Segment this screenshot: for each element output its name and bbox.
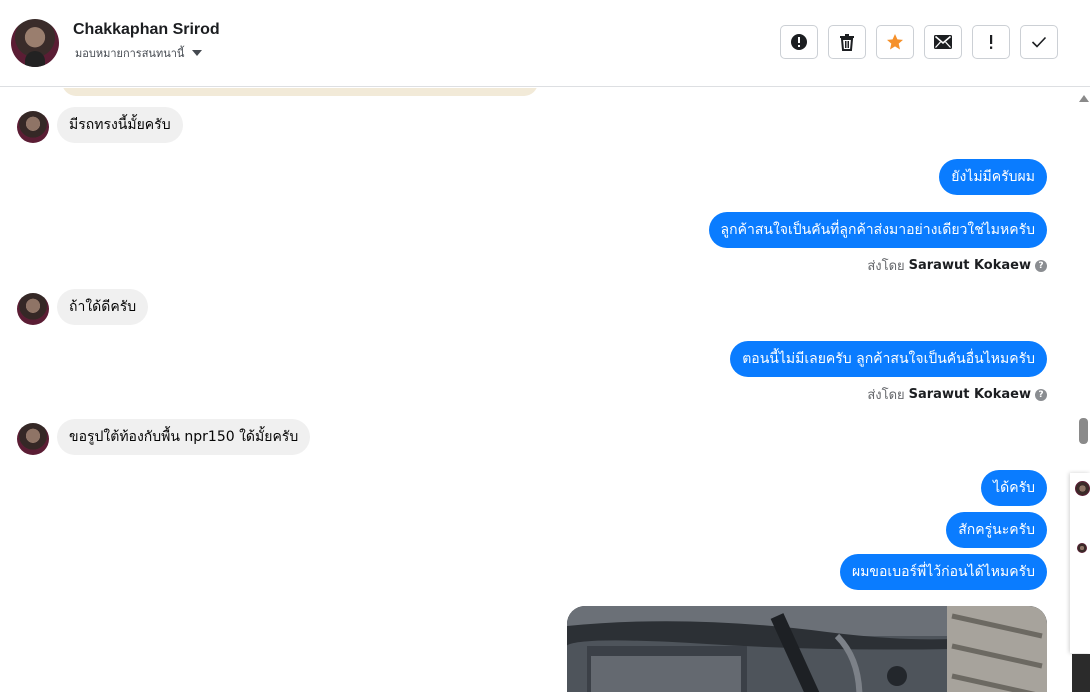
- mark-unread-button[interactable]: [924, 25, 962, 59]
- incoming-message[interactable]: ขอรูปใต้ท้องกับพื้น npr150 ใด้มั้ยครับ: [57, 419, 311, 455]
- incoming-message[interactable]: มีรถทรงนี้มั้ยครับ: [57, 107, 183, 143]
- sent-by-prefix: ส่งโดย: [867, 259, 905, 274]
- side-panel-footer: [1072, 654, 1090, 692]
- sent-by-label: ส่งโดย Sarawut Kokaew ?: [867, 384, 1047, 405]
- mark-spam-button[interactable]: [780, 25, 818, 59]
- avatar[interactable]: [1075, 481, 1090, 496]
- avatar: [17, 111, 49, 143]
- mark-done-button[interactable]: [1020, 25, 1058, 59]
- check-icon: [1031, 36, 1047, 48]
- photo-attachment[interactable]: [567, 606, 1047, 692]
- alert-circle-icon: [791, 34, 807, 50]
- scrollbar-thumb[interactable]: [1079, 418, 1088, 444]
- avatar: [17, 293, 49, 325]
- conversation-header: Chakkaphan Srirod มอบหมายการสนทนานี้: [0, 0, 1090, 87]
- delete-button[interactable]: [828, 25, 866, 59]
- outgoing-message[interactable]: ได้ครับ: [981, 470, 1047, 506]
- incoming-message[interactable]: ถ้าใด้ดีครับ: [57, 289, 149, 325]
- contact-avatar[interactable]: [11, 19, 59, 67]
- outgoing-message[interactable]: ตอนนี้ไม่มีเลยครับ ลูกค้าสนใจเป็นคันอื่น…: [730, 341, 1047, 377]
- chevron-down-icon: [192, 50, 203, 56]
- avatar: [17, 423, 49, 455]
- outgoing-message[interactable]: ยังไม่มีครับผม: [939, 159, 1047, 195]
- sent-by-label: ส่งโดย Sarawut Kokaew ?: [867, 255, 1047, 276]
- avatar[interactable]: [1077, 543, 1087, 553]
- sent-by-agent[interactable]: Sarawut Kokaew: [909, 258, 1031, 273]
- star-button[interactable]: [876, 25, 914, 59]
- previous-attachment[interactable]: [62, 88, 538, 96]
- side-panel: [1070, 473, 1090, 653]
- photo-image: [567, 606, 1047, 692]
- star-icon: [887, 34, 903, 50]
- question-icon[interactable]: ?: [1035, 388, 1047, 401]
- trash-icon: [840, 34, 854, 51]
- sent-by-agent[interactable]: Sarawut Kokaew: [909, 387, 1031, 402]
- envelope-icon: [934, 35, 952, 49]
- assign-conversation-dropdown[interactable]: มอบหมายการสนทนานี้: [75, 44, 203, 62]
- sent-by-prefix: ส่งโดย: [867, 388, 905, 403]
- outgoing-message[interactable]: ผมขอเบอร์พี่ไว้ก่อนได้ไหมครับ: [840, 554, 1047, 590]
- outgoing-message[interactable]: ลูกค้าสนใจเป็นคันที่ลูกค้าส่งมาอย่างเดีย…: [708, 212, 1047, 248]
- exclamation-icon: [990, 35, 993, 49]
- outgoing-message[interactable]: สักครู่นะครับ: [946, 512, 1047, 548]
- question-icon[interactable]: ?: [1035, 259, 1047, 272]
- assign-label: มอบหมายการสนทนานี้: [75, 47, 185, 60]
- contact-name[interactable]: Chakkaphan Srirod: [73, 21, 220, 39]
- conversation-toolbar: [780, 25, 1058, 59]
- message-thread[interactable]: มีรถทรงนี้มั้ยครับ ยังไม่มีครับผม ลูกค้า…: [0, 88, 1070, 692]
- scroll-up-arrow-icon[interactable]: [1079, 95, 1089, 102]
- mark-important-button[interactable]: [972, 25, 1010, 59]
